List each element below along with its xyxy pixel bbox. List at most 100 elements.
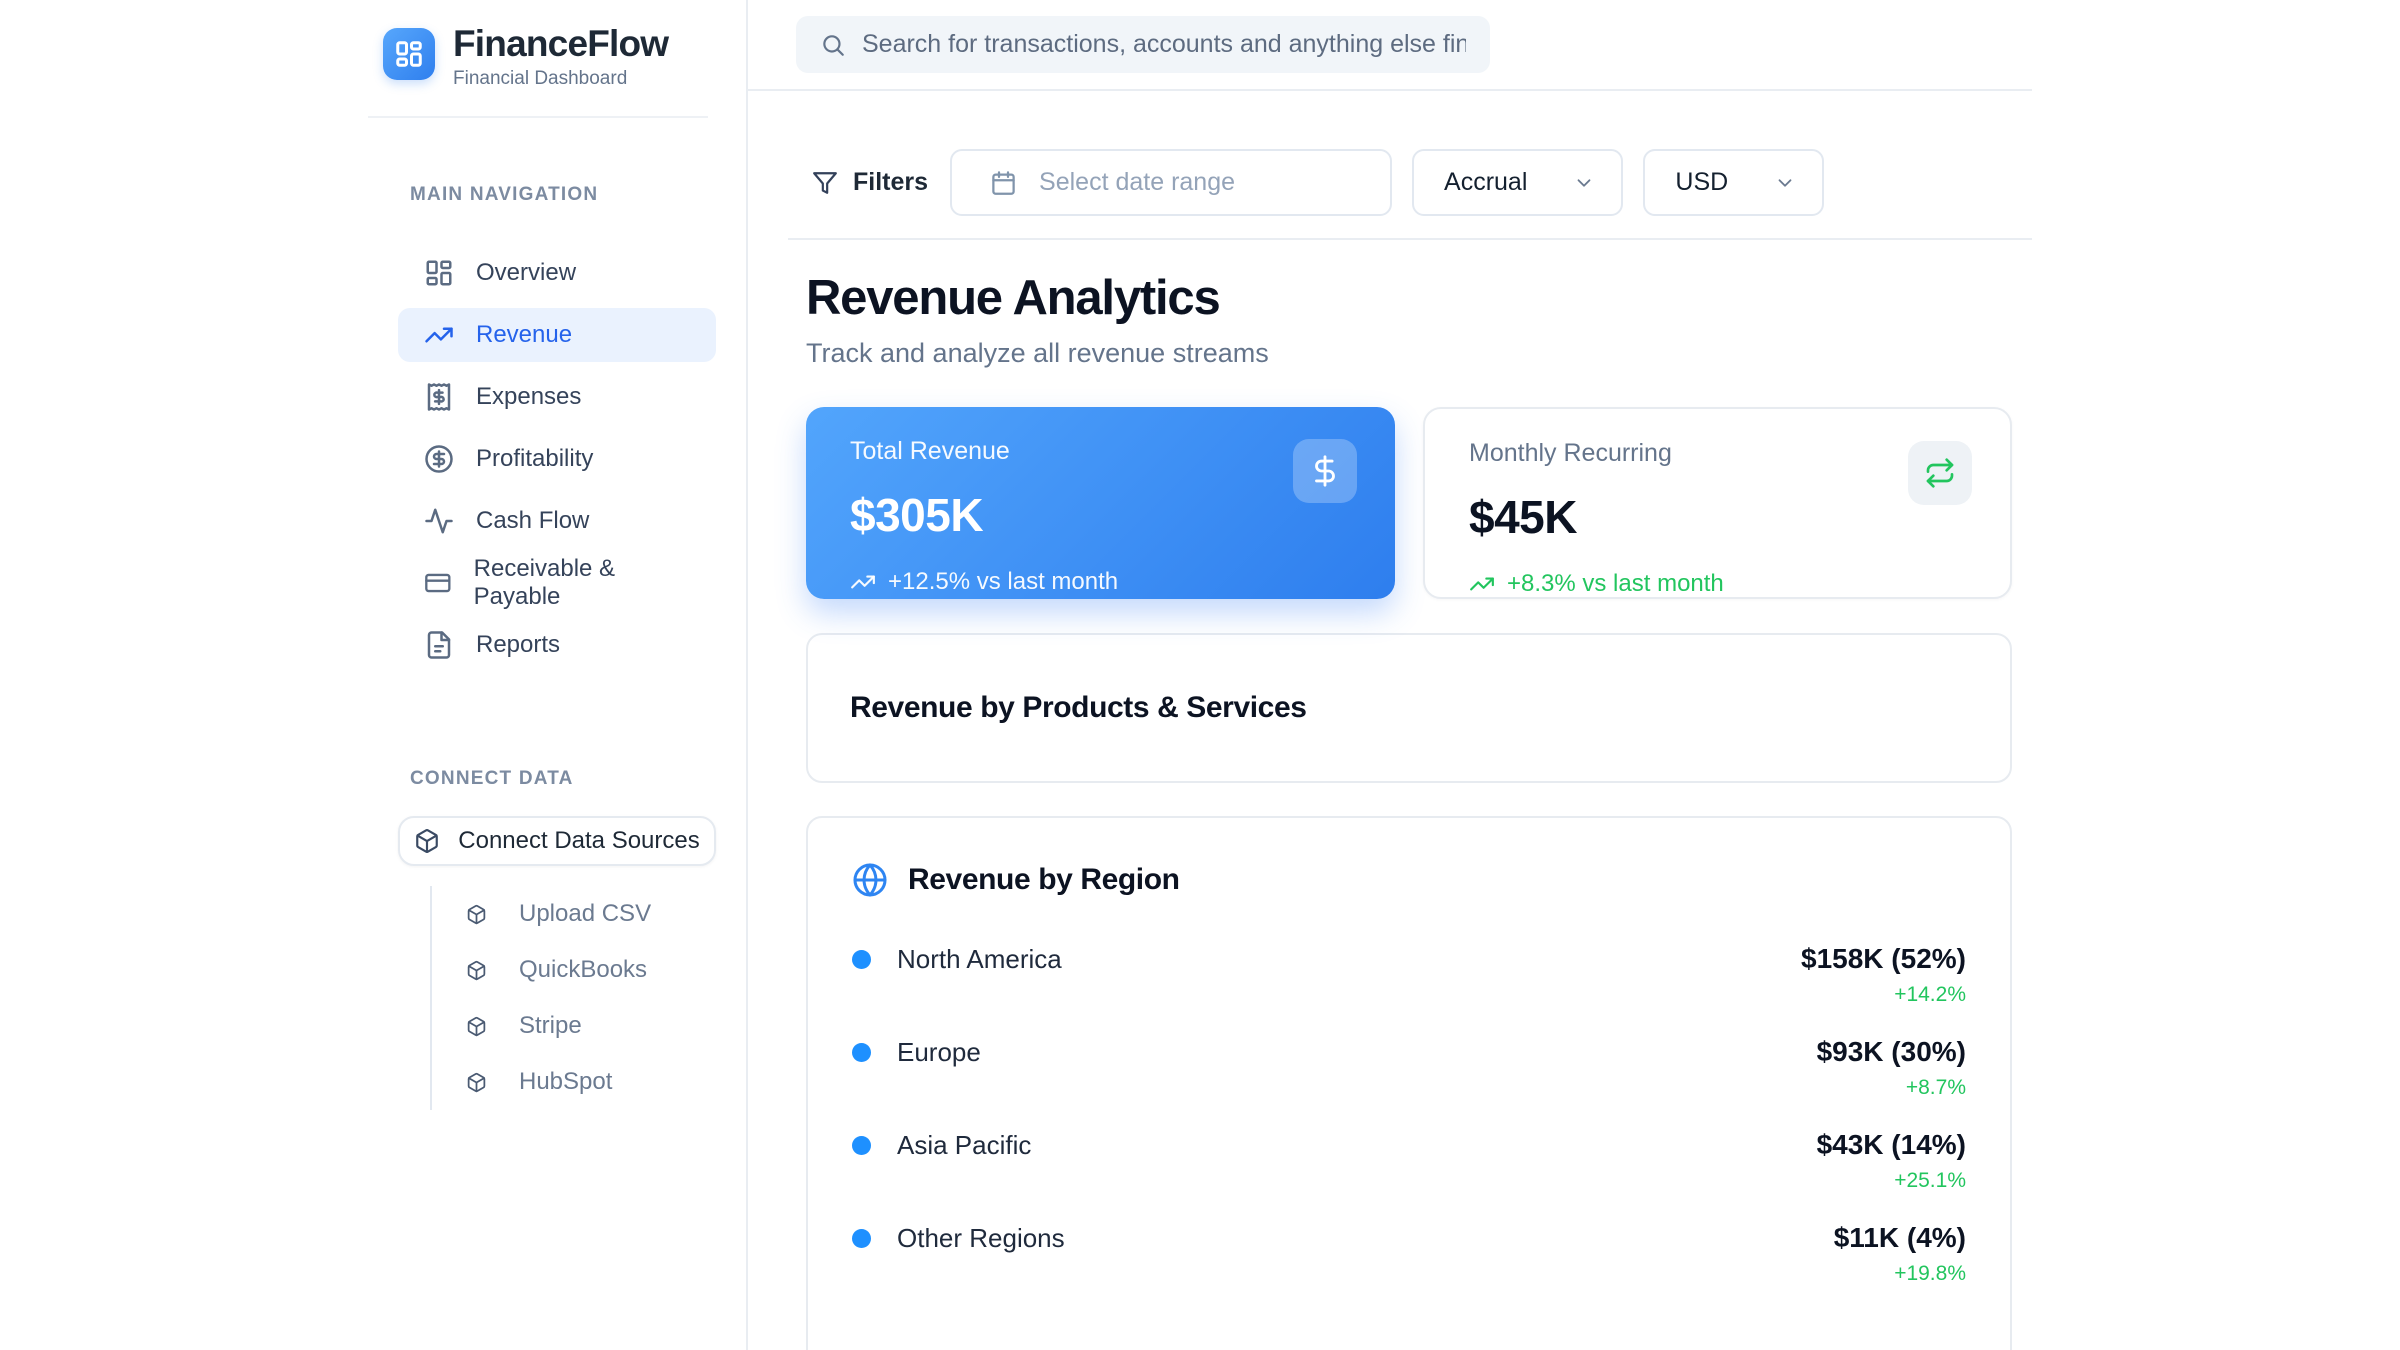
stat-icon-badge — [1908, 441, 1972, 505]
region-name: Asia Pacific — [897, 1130, 1031, 1161]
connect-item-label: Stripe — [519, 1012, 582, 1040]
circle-dollar-icon — [424, 444, 454, 474]
nav-section-label: MAIN NAVIGATION — [368, 184, 746, 206]
filter-funnel-icon — [812, 170, 838, 196]
region-label-group: North America — [852, 940, 1062, 978]
brand-tagline: Financial Dashboard — [453, 68, 668, 90]
revenue-by-region-panel: Revenue by Region North America $158K (5… — [806, 816, 2012, 1350]
stat-label: Monthly Recurring — [1469, 439, 1966, 468]
connect-data-sources-button[interactable]: Connect Data Sources — [398, 816, 716, 866]
package-icon — [466, 904, 487, 925]
repeat-icon — [1924, 457, 1956, 489]
sidebar-item-reports[interactable]: Reports — [398, 618, 716, 672]
calendar-icon — [990, 169, 1017, 196]
products-panel-title: Revenue by Products & Services — [850, 691, 1307, 725]
monthly-recurring-card[interactable]: Monthly Recurring $45K +8.3% vs last mon… — [1423, 407, 2012, 599]
search-icon — [820, 32, 846, 58]
revenue-by-products-panel: Revenue by Products & Services — [806, 633, 2012, 783]
sidebar-item-label: Profitability — [476, 445, 593, 473]
region-change: +8.7% — [1817, 1076, 1966, 1100]
stat-icon-badge — [1293, 439, 1357, 503]
stat-trend: +8.3% vs last month — [1469, 570, 1966, 598]
connect-item-upload-csv[interactable]: Upload CSV — [432, 886, 746, 942]
filters-button[interactable]: Filters — [812, 168, 928, 197]
region-row-europe: Europe $93K (30%) +8.7% — [852, 1033, 1966, 1100]
brand-text: FinanceFlow Financial Dashboard — [453, 24, 668, 90]
stat-value: $45K — [1469, 490, 1966, 544]
total-revenue-card[interactable]: Total Revenue $305K +12.5% vs last month — [806, 407, 1395, 599]
stat-value: $305K — [850, 488, 1351, 542]
nav-list: Overview Revenue Expenses Profitability … — [368, 246, 746, 672]
package-icon — [466, 960, 487, 981]
connect-sources-list: Upload CSV QuickBooks Stripe HubSpot — [430, 886, 746, 1110]
trending-up-icon — [424, 320, 454, 350]
credit-card-icon — [424, 568, 452, 598]
stat-label: Total Revenue — [850, 437, 1351, 466]
accounting-basis-value: Accrual — [1444, 168, 1527, 197]
date-range-picker[interactable]: Select date range — [950, 149, 1392, 216]
region-change: +25.1% — [1817, 1169, 1966, 1193]
sidebar-item-overview[interactable]: Overview — [398, 246, 716, 300]
sidebar-item-profitability[interactable]: Profitability — [398, 432, 716, 486]
activity-icon — [424, 506, 454, 536]
region-value: $158K (52%) — [1801, 940, 1966, 978]
brand-logo-icon — [383, 28, 435, 80]
page-subtitle: Track and analyze all revenue streams — [806, 338, 2012, 369]
stats-grid: Total Revenue $305K +12.5% vs last month… — [806, 407, 2012, 599]
connect-data-section: CONNECT DATA Connect Data Sources Upload… — [368, 768, 746, 1110]
receipt-icon — [424, 382, 454, 412]
region-row-asia-pacific: Asia Pacific $43K (14%) +25.1% — [852, 1126, 1966, 1193]
sidebar-item-label: Reports — [476, 631, 560, 659]
region-change: +19.8% — [1834, 1262, 1966, 1286]
dollar-icon — [1308, 454, 1342, 488]
region-label-group: Asia Pacific — [852, 1126, 1031, 1164]
region-value: $11K (4%) — [1834, 1219, 1966, 1257]
brand-name: FinanceFlow — [453, 24, 668, 65]
dashboard-icon — [394, 39, 424, 69]
stat-trend: +12.5% vs last month — [850, 568, 1351, 596]
filters-label: Filters — [853, 168, 928, 197]
connect-item-label: QuickBooks — [519, 956, 647, 984]
region-value: $93K (30%) — [1817, 1033, 1966, 1071]
brand-logo[interactable]: FinanceFlow Financial Dashboard — [383, 24, 708, 90]
region-row-north-america: North America $158K (52%) +14.2% — [852, 940, 1966, 1007]
region-label-group: Europe — [852, 1033, 981, 1071]
main-area: Filters Select date range Accrual USD Re… — [748, 0, 2032, 1350]
search-input[interactable] — [862, 30, 1466, 59]
sidebar-header: FinanceFlow Financial Dashboard — [368, 0, 708, 118]
sidebar: FinanceFlow Financial Dashboard MAIN NAV… — [368, 0, 748, 1350]
connect-item-stripe[interactable]: Stripe — [432, 998, 746, 1054]
global-search[interactable] — [796, 16, 1490, 73]
region-dot-icon — [852, 1043, 871, 1062]
region-value-group: $11K (4%) +19.8% — [1834, 1219, 1966, 1286]
main-navigation: MAIN NAVIGATION Overview Revenue Expense… — [368, 184, 746, 672]
chevron-down-icon — [1573, 172, 1595, 194]
region-name: North America — [897, 944, 1062, 975]
connect-item-quickbooks[interactable]: QuickBooks — [432, 942, 746, 998]
region-name: Other Regions — [897, 1223, 1065, 1254]
region-value-group: $158K (52%) +14.2% — [1801, 940, 1966, 1007]
sidebar-item-cash-flow[interactable]: Cash Flow — [398, 494, 716, 548]
connect-button-label: Connect Data Sources — [458, 827, 699, 855]
top-bar — [748, 0, 2032, 91]
file-text-icon — [424, 630, 454, 660]
currency-value: USD — [1675, 168, 1728, 197]
accounting-basis-select[interactable]: Accrual — [1412, 149, 1623, 216]
region-change: +14.2% — [1801, 983, 1966, 1007]
region-value-group: $93K (30%) +8.7% — [1817, 1033, 1966, 1100]
sidebar-item-expenses[interactable]: Expenses — [398, 370, 716, 424]
region-dot-icon — [852, 1229, 871, 1248]
sidebar-item-revenue[interactable]: Revenue — [398, 308, 716, 362]
package-icon — [414, 828, 440, 854]
connect-item-label: HubSpot — [519, 1068, 612, 1096]
sidebar-item-label: Receivable & Payable — [474, 555, 690, 611]
currency-select[interactable]: USD — [1643, 149, 1824, 216]
dashboard-icon — [424, 258, 454, 288]
sidebar-item-receivable-payable[interactable]: Receivable & Payable — [398, 556, 716, 610]
region-row-other-regions: Other Regions $11K (4%) +19.8% — [852, 1219, 1966, 1286]
filters-bar: Filters Select date range Accrual USD — [812, 149, 2032, 216]
connect-item-hubspot[interactable]: HubSpot — [432, 1054, 746, 1110]
sidebar-item-label: Overview — [476, 259, 576, 287]
app-container: FinanceFlow Financial Dashboard MAIN NAV… — [368, 0, 2032, 1350]
globe-icon — [852, 862, 888, 898]
